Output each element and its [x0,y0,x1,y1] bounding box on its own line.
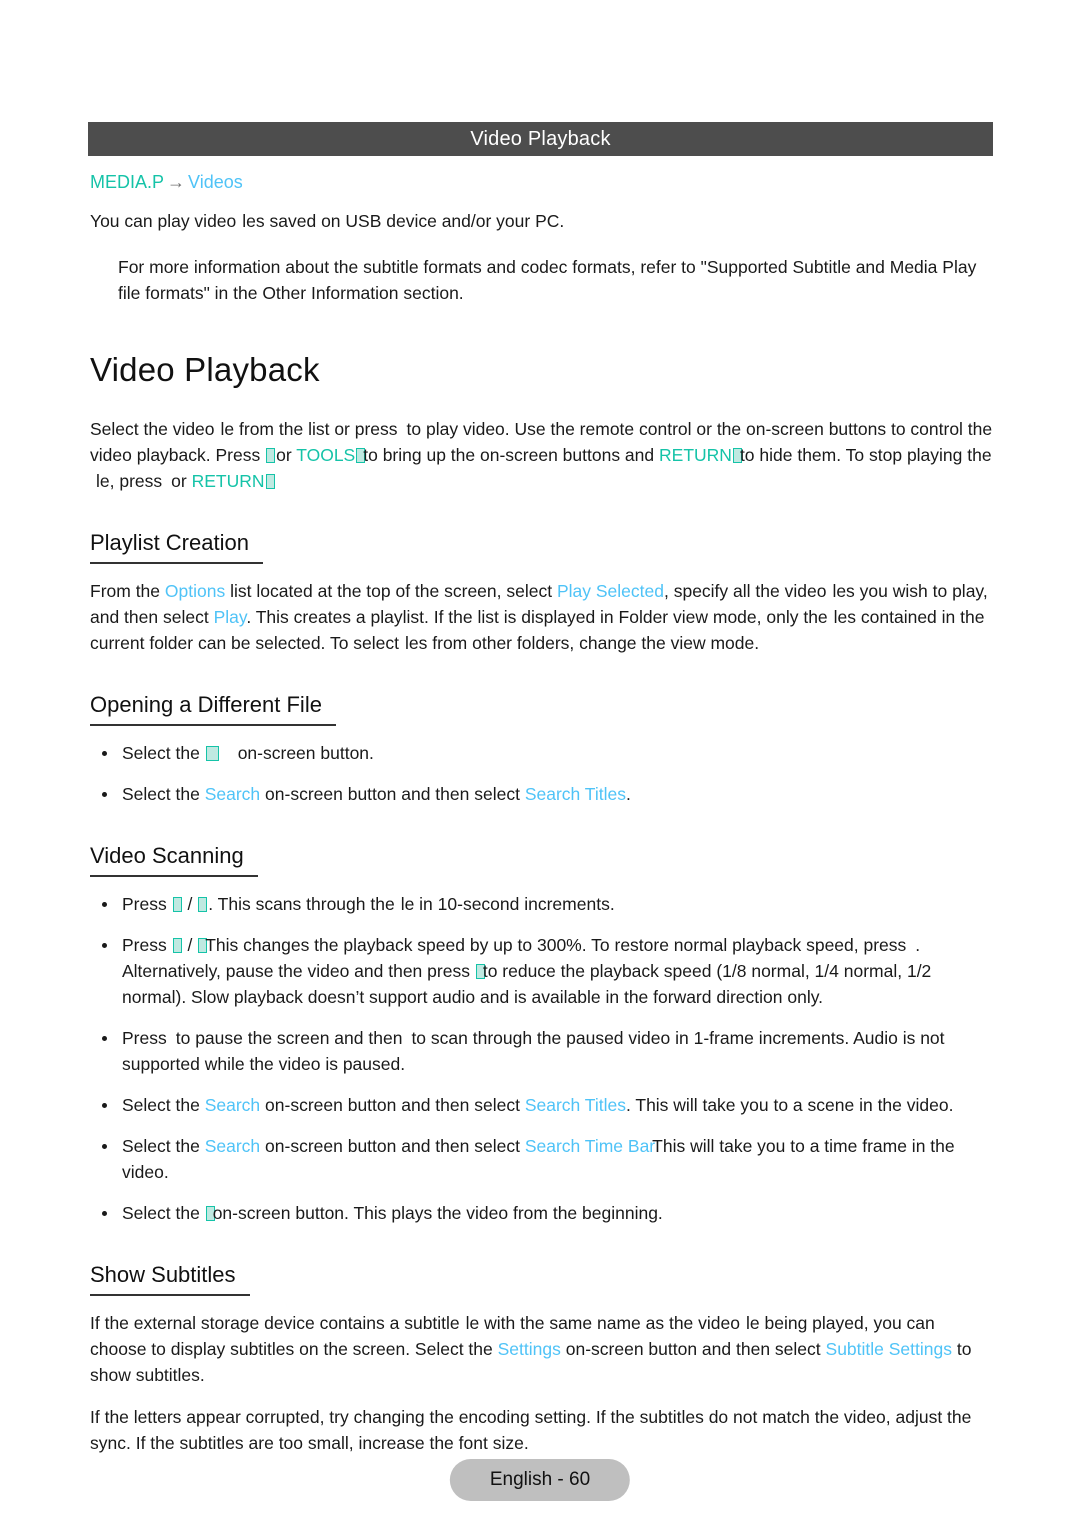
list-item: Select the on-screen button. [90,740,995,766]
breadcrumb-leaf: Videos [188,172,243,192]
menu-play: Play [213,607,247,627]
playlist-creation-paragraph: From the Options list located at the top… [90,578,995,656]
breadcrumb: MEDIA.P → Videos [90,170,995,194]
list-item: Select the Search on-screen button and t… [90,1133,995,1185]
of2-b: on-screen button and then select [265,784,520,804]
page-title: Video Playback [90,351,320,388]
body-g: le, press [96,471,163,491]
vs6-b: on-screen button. This plays the video f… [212,1203,663,1223]
rewind-key-glyph-icon [172,938,182,953]
intro-lead-b: les saved on USB device and/or your PC. [242,211,565,231]
menu-search-titles: Search Titles [524,1095,626,1115]
page-header-bar: Video Playback [88,122,993,156]
list-item: Press to pause the screen and then to scan… [90,1025,995,1077]
vs2-a: Press [122,935,167,955]
section-heading-video-scanning: Video Scanning [90,841,258,877]
vs2-sep: / [187,935,193,955]
section-heading-playlist-creation: Playlist Creation [90,528,263,564]
vs1-a: Press [122,894,167,914]
vs1-sep: / [187,894,193,914]
body-d: or [276,445,292,465]
menu-play-selected: Play Selected [556,581,664,601]
menu-search: Search [204,784,261,804]
vs1-b: . This scans through the [208,894,395,914]
vs6-a: Select the [122,1203,200,1223]
rewind-key-glyph-icon [172,897,182,912]
body-paragraph: Select the video le from the list or pres… [90,416,995,494]
body-b: le from the list or press [220,419,398,439]
show-subtitles-paragraph-1: If the external storage device contains … [90,1310,995,1388]
show-subtitles-paragraph-2: If the letters appear corrupted, try cha… [90,1407,972,1453]
fast-forward-key-glyph-icon [198,897,208,912]
list-item: Select the Search on-screen button and t… [90,1092,995,1118]
pc-c: , specify all the video [663,581,827,601]
vs4-a: Select the [122,1095,200,1115]
pc-a: From the [90,581,161,601]
key-return-1: RETURN [659,445,732,465]
pc-e: . This creates a playlist. If the list i… [246,607,828,627]
menu-settings: Settings [497,1339,561,1359]
of1-a: Select the [122,743,200,763]
intro-lead-paragraph: You can play video les saved on USB devic… [90,208,995,234]
remote-key-glyph-icon [266,448,276,463]
menu-search: Search [204,1136,261,1156]
menu-search-titles: Search Titles [524,784,626,804]
of1-b: on-screen button. [237,743,374,763]
pc-b: list located at the top of the screen, s… [230,581,553,601]
menu-search-time-bar: Search Time Bar [524,1136,656,1156]
vs5-a: Select the [122,1136,200,1156]
opening-file-bullet-list: Select the on-screen button. Select the … [90,740,995,807]
list-item: Select the Search on-screen button and t… [90,781,995,807]
intro-note-paragraph: For more information about the subtitle … [118,257,977,303]
menu-subtitle-settings: Subtitle Settings [825,1339,952,1359]
ss-a: If the external storage device contains … [90,1313,460,1333]
vs3-b: to pause the screen and then [175,1028,403,1048]
remote-key-glyph-icon [265,474,275,489]
list-item: Select the on-screen button. This plays … [90,1200,995,1226]
vs3-a: Press [122,1028,167,1048]
section-heading-opening-a-different-file: Opening a Different File [90,690,336,726]
key-return-2: RETURN [191,471,265,491]
pc-g: les from other folders, change the view … [405,633,760,653]
vs4-b: on-screen button and then select [265,1095,520,1115]
vs5-b: on-screen button and then select [265,1136,520,1156]
vs2-b: This changes the playback speed by up to… [205,935,907,955]
of2-a: Select the [122,784,200,804]
breadcrumb-root: MEDIA.P [90,172,165,192]
onscreen-button-glyph-icon [205,746,219,761]
page-header-title: Video Playback [470,128,611,150]
ss-d: on-screen button and then select [565,1339,821,1359]
vs1-c: le in 10-second increments. [400,894,615,914]
document-page: Video Playback MEDIA.P → Videos You can pl… [0,0,1080,1534]
page-content: MEDIA.P → Videos You can play video les sav… [90,170,995,1456]
menu-options: Options [164,581,226,601]
key-tools: TOOLS [296,445,356,465]
list-item: Press / . This scans through the le in 10… [90,891,995,917]
intro-lead-a: You can play video [90,211,237,231]
body-f: to hide them. To stop playing the [739,445,992,465]
breadcrumb-arrow-icon: → [167,172,186,192]
page-footer-badge: English - 60 [449,1459,631,1501]
menu-search: Search [204,1095,261,1115]
ss-b: le with the same name as the video [465,1313,740,1333]
body-a: Select the video [90,419,215,439]
vs4-c: . This will take you to a scene in the v… [625,1095,954,1115]
of2-c: . [625,784,631,804]
video-scanning-bullet-list: Press / . This scans through the le in 10… [90,891,995,1226]
body-e: to bring up the on-screen buttons and [363,445,655,465]
body-h: or [171,471,187,491]
section-heading-show-subtitles: Show Subtitles [90,1260,250,1296]
list-item: Press / This changes the playback speed … [90,932,995,1010]
page-footer-label: English - 60 [489,1469,591,1490]
